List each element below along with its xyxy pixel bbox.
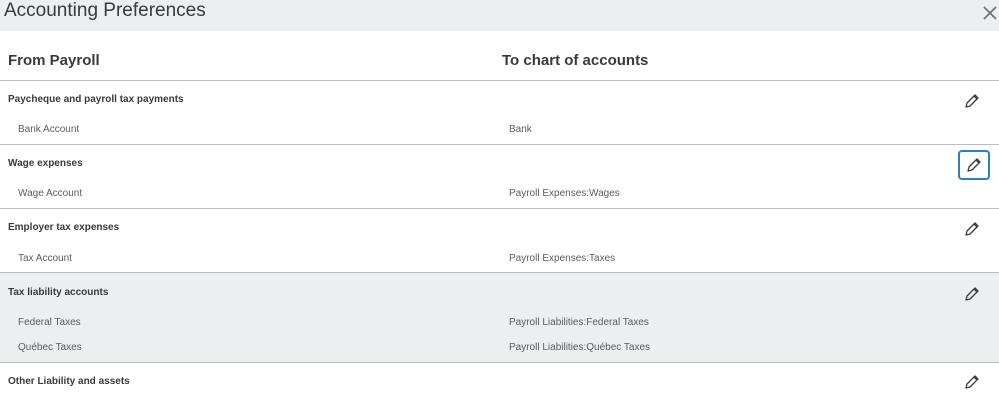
edit-button-paycheque[interactable] — [958, 87, 986, 115]
section-divider — [0, 144, 999, 145]
row-label: Wage Account — [18, 188, 83, 199]
section-divider — [0, 208, 999, 209]
row-label: Québec Taxes — [18, 342, 82, 353]
section-title: Tax liability accounts — [8, 287, 109, 298]
header-divider — [0, 80, 999, 81]
edit-button-employer-tax[interactable] — [958, 215, 986, 243]
section-title: Wage expenses — [8, 158, 83, 169]
pencil-icon — [965, 287, 979, 301]
dialog-title: Accounting Preferences — [4, 0, 206, 21]
row-value: Payroll Liabilities:Québec Taxes — [509, 342, 651, 353]
section-divider — [0, 362, 999, 363]
row-label: Federal Taxes — [18, 317, 81, 328]
section-title: Paycheque and payroll tax payments — [8, 94, 184, 105]
column-header-to: To chart of accounts — [502, 52, 649, 69]
row-label: Bank Account — [18, 124, 80, 135]
column-header-from: From Payroll — [8, 52, 100, 69]
edit-button-tax-liability[interactable] — [958, 280, 986, 308]
pencil-icon — [965, 94, 979, 108]
row-value: Payroll Liabilities:Federal Taxes — [509, 317, 649, 328]
row-value: Payroll Expenses:Wages — [509, 188, 620, 199]
pencil-icon — [965, 222, 979, 236]
dialog-header: Accounting Preferences — [0, 0, 999, 31]
row-label: Tax Account — [18, 253, 72, 264]
row-value: Payroll Expenses:Taxes — [509, 253, 616, 264]
row-value: Bank — [509, 124, 532, 135]
close-button[interactable] — [980, 3, 999, 23]
close-icon — [983, 6, 997, 20]
pencil-icon — [965, 375, 979, 389]
edit-button-wage[interactable] — [958, 150, 990, 180]
section-title: Employer tax expenses — [8, 222, 120, 233]
pencil-icon — [967, 158, 981, 172]
section-tax-liability — [0, 273, 999, 362]
edit-button-other-liability[interactable] — [958, 368, 986, 396]
